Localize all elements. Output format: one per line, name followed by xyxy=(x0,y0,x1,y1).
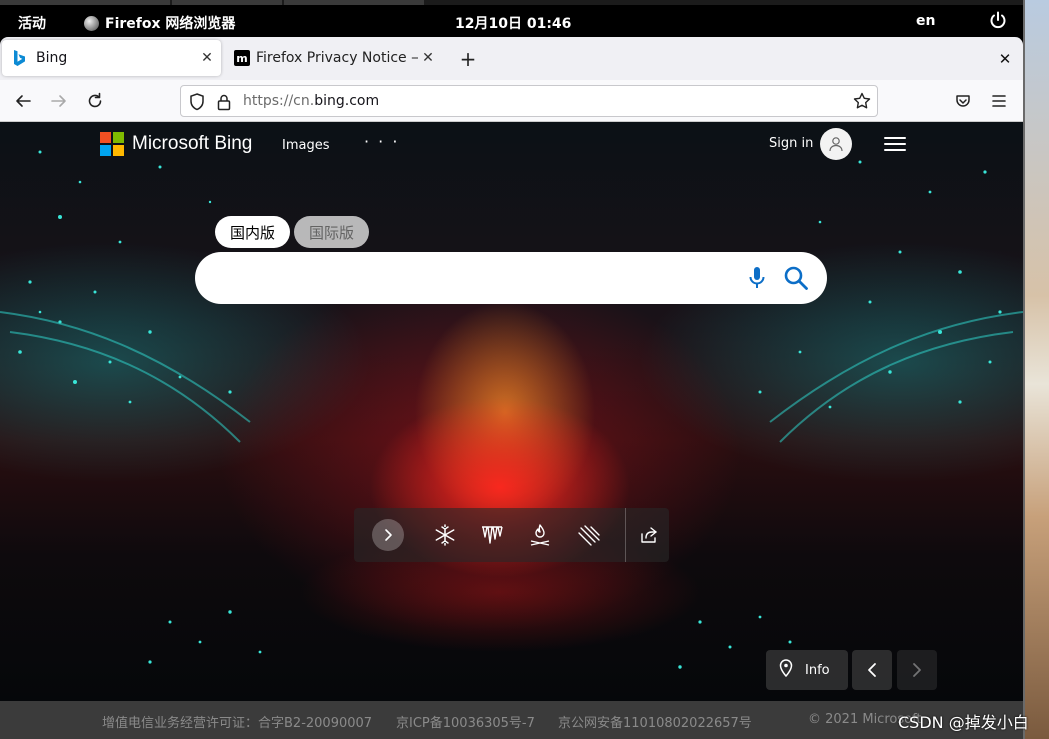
tab-title: Bing xyxy=(36,50,68,66)
menu-button[interactable] xyxy=(987,89,1011,113)
tab-strip: Bing ✕ m Firefox Privacy Notice — M ✕ + … xyxy=(0,37,1023,80)
page-footer: 增值电信业务经营许可证：合字B2-20090007 京ICP备10036305号… xyxy=(0,701,1023,739)
microsoft-logo-icon xyxy=(100,132,124,156)
campfire-icon[interactable] xyxy=(527,522,553,548)
input-language[interactable]: en xyxy=(916,13,935,29)
tab-privacy-notice[interactable]: m Firefox Privacy Notice — M ✕ xyxy=(226,40,442,76)
snowflake-icon[interactable] xyxy=(432,522,458,548)
firefox-icon xyxy=(84,15,99,31)
back-arrow-icon xyxy=(16,95,31,107)
pocket-button[interactable] xyxy=(951,89,975,113)
region-scope-tabs: 国内版 国际版 xyxy=(215,216,370,248)
sign-in-link[interactable]: Sign in xyxy=(769,136,813,151)
mozilla-icon: m xyxy=(234,50,250,66)
next-image-button[interactable] xyxy=(897,650,937,690)
clock[interactable]: 12月10日 01:46 xyxy=(455,13,571,33)
power-icon[interactable] xyxy=(989,11,1007,29)
reload-icon xyxy=(88,92,102,108)
scope-international-tab[interactable]: 国际版 xyxy=(294,216,370,248)
bing-logo[interactable]: Microsoft Bing xyxy=(100,132,252,156)
window-close-button[interactable]: ✕ xyxy=(994,48,1016,70)
bing-menu-icon[interactable] xyxy=(884,136,906,152)
expand-arrow-icon[interactable] xyxy=(372,519,404,551)
forward-button[interactable] xyxy=(47,89,71,113)
desktop-background xyxy=(1023,0,1049,739)
bing-homepage: Microsoft Bing Images · · · Sign in 国内版 … xyxy=(0,122,1023,701)
tab-title: Firefox Privacy Notice — M xyxy=(256,50,418,66)
location-pin-icon xyxy=(779,659,793,681)
close-tab-icon[interactable]: ✕ xyxy=(418,48,438,68)
security-link[interactable]: 京公网安备11010802022657号 xyxy=(558,712,752,731)
avatar[interactable] xyxy=(820,128,852,160)
app-menu[interactable]: Firefox 网络浏览器 xyxy=(84,13,235,33)
chevron-left-icon xyxy=(868,663,876,677)
activities-button[interactable]: 活动 xyxy=(18,13,46,33)
close-tab-icon[interactable]: ✕ xyxy=(197,48,217,68)
background-image xyxy=(0,150,1023,669)
forward-arrow-icon xyxy=(51,95,66,107)
meteor-shower-icon[interactable] xyxy=(576,522,602,548)
info-label: Info xyxy=(805,662,830,678)
url-bar[interactable]: https://cn.bing.com xyxy=(180,85,878,117)
user-icon xyxy=(829,137,843,152)
scope-domestic-tab[interactable]: 国内版 xyxy=(215,216,291,248)
app-name: Firefox 网络浏览器 xyxy=(105,16,236,32)
brand-name: Microsoft Bing xyxy=(132,133,253,154)
nav-images-link[interactable]: Images xyxy=(282,138,330,153)
tracking-protection-shield-icon[interactable] xyxy=(189,93,205,115)
icp-link[interactable]: 京ICP备10036305号-7 xyxy=(396,712,535,731)
license-link[interactable]: 增值电信业务经营许可证：合字B2-20090007 xyxy=(102,712,372,731)
csdn-watermark: CSDN @掉发小白 xyxy=(898,713,1029,732)
url-text[interactable]: https://cn.bing.com xyxy=(243,93,379,109)
bing-icon xyxy=(11,50,27,66)
gnome-top-bar: 活动 Firefox 网络浏览器 12月10日 01:46 en xyxy=(0,5,1023,37)
previous-image-button[interactable] xyxy=(852,650,892,690)
search-box xyxy=(195,252,827,304)
nav-more-button[interactable]: · · · xyxy=(364,132,399,151)
reload-button[interactable] xyxy=(83,89,107,113)
lock-icon[interactable] xyxy=(217,93,231,115)
new-tab-button[interactable]: + xyxy=(456,47,480,71)
image-of-day-toolbar xyxy=(354,508,669,562)
info-button[interactable]: Info xyxy=(766,650,848,690)
search-icon[interactable] xyxy=(783,265,809,295)
bookmark-star-icon[interactable] xyxy=(853,92,871,114)
back-button[interactable] xyxy=(11,89,35,113)
toolbar-divider xyxy=(625,508,626,562)
tab-bing[interactable]: Bing ✕ xyxy=(2,40,221,76)
navigation-bar: https://cn.bing.com xyxy=(0,80,1023,122)
pocket-icon xyxy=(956,95,970,107)
icicles-icon[interactable] xyxy=(479,522,505,548)
share-icon[interactable] xyxy=(636,522,662,548)
search-input[interactable] xyxy=(215,262,735,294)
microphone-icon[interactable] xyxy=(748,266,766,294)
chevron-right-icon xyxy=(913,663,921,677)
hamburger-menu-icon xyxy=(992,95,1006,107)
